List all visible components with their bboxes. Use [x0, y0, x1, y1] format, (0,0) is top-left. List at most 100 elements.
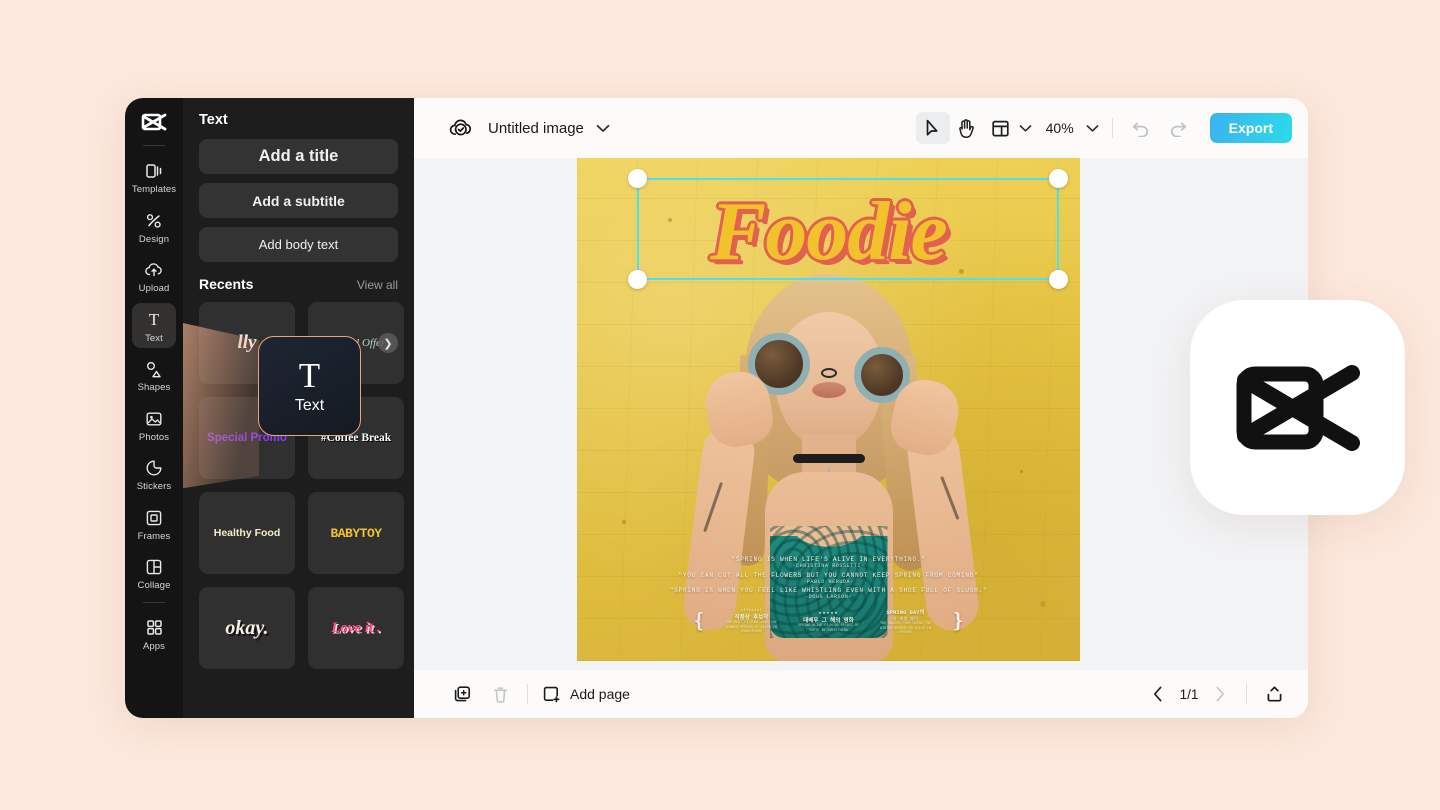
chevron-left-icon[interactable] — [1145, 681, 1171, 707]
resize-handle-top-left[interactable] — [628, 169, 647, 188]
sidebar-item-label: Stickers — [137, 482, 172, 492]
toolbar-divider — [1112, 118, 1113, 138]
sidebar-item-label: Frames — [138, 532, 171, 542]
sidebar-item-label: Apps — [143, 642, 165, 652]
add-subtitle-button[interactable]: Add a subtitle — [199, 183, 398, 218]
sidebar-item-label: Shapes — [138, 383, 171, 393]
export-button[interactable]: Export — [1210, 113, 1292, 143]
award-sub: SPRING ALIVE FILM OF SPIRIT OF YOUTH IN … — [798, 624, 860, 633]
collage-icon — [143, 557, 165, 577]
chevron-right-icon[interactable] — [1207, 681, 1233, 707]
quote-attribution: -DOUG LARSON- — [577, 594, 1080, 600]
chevron-down-icon[interactable] — [596, 124, 610, 133]
canvas-area[interactable]: Foodie "SPRING IS WHEN LIFE'S ALIVE IN E… — [414, 158, 1308, 670]
recent-text-style[interactable]: Healthy Food — [199, 492, 295, 574]
sidebar-item-apps[interactable]: Apps — [132, 611, 176, 657]
recent-text-style[interactable]: Love it . — [308, 587, 404, 669]
templates-icon — [143, 161, 165, 181]
sidebar-item-label: Templates — [132, 185, 176, 195]
selection-box[interactable] — [637, 178, 1059, 280]
upload-cloud-icon — [143, 260, 165, 280]
zoom-level-value[interactable]: 40% — [1046, 120, 1074, 136]
editor-area: Untitled image — [414, 98, 1308, 718]
top-toolbar: Untitled image — [414, 98, 1308, 158]
artboard[interactable]: Foodie "SPRING IS WHEN LIFE'S ALIVE IN E… — [577, 158, 1080, 661]
sidebar-item-label: Collage — [138, 581, 171, 591]
recent-style-label: BABYTOY — [330, 526, 381, 541]
poster-quote-block: "SPRING IS WHEN LIFE'S ALIVE IN EVERYTHI… — [577, 556, 1080, 635]
frames-icon — [143, 508, 165, 528]
sidebar-item-upload[interactable]: Upload — [132, 253, 176, 299]
stickers-icon — [143, 458, 165, 478]
award-item: ★★★★★ 대배우 그 해의 영화 SPRING ALIVE FILM OF S… — [798, 610, 860, 633]
tooltip-label: Text — [295, 397, 324, 415]
rail-divider-bottom — [143, 602, 165, 603]
sidebar-item-stickers[interactable]: Stickers — [132, 451, 176, 497]
layout-chevron-down-icon[interactable] — [1019, 124, 1032, 133]
shapes-icon — [143, 359, 165, 379]
award-item: officiel 작품상 후보작 THE BEST PICTURE LONG T… — [721, 609, 783, 634]
award-sub: THE GARDEN FROM DOING THE WINTER SPRING … — [875, 622, 937, 635]
cloud-saved-icon — [448, 118, 474, 138]
capcut-logo-icon — [1232, 356, 1364, 460]
sidebar-item-text[interactable]: T Text — [132, 303, 176, 349]
recent-style-label: lly — [238, 332, 257, 354]
quote-text: "YOU CAN CUT ALL THE FLOWERS BUT YOU CAN… — [577, 572, 1080, 579]
redo-button[interactable] — [1164, 113, 1194, 143]
recent-text-style[interactable]: okay. — [199, 587, 295, 669]
text-tool-tooltip[interactable]: T Text — [258, 336, 361, 436]
quote-attribution: -PABLO NERUDA- — [577, 579, 1080, 585]
duplicate-page-icon[interactable] — [448, 680, 476, 708]
resize-handle-top-right[interactable] — [1049, 169, 1068, 188]
quote-attribution: -CHRISTINA ROSSETTI- — [577, 563, 1080, 569]
laurel-wreath-right-icon: ❵ — [952, 611, 965, 633]
bottom-toolbar: Add page 1/1 — [414, 670, 1308, 718]
chevron-right-icon[interactable]: ❯ — [378, 333, 398, 353]
bottombar-divider-right — [1246, 684, 1247, 704]
sidebar-item-label: Text — [145, 334, 163, 344]
upload-tray-icon[interactable] — [1260, 680, 1288, 708]
panel-title: Text — [199, 98, 398, 139]
resize-handle-bottom-left[interactable] — [628, 270, 647, 289]
add-body-text-button[interactable]: Add body text — [199, 227, 398, 262]
text-t-icon: T — [299, 358, 320, 393]
design-icon — [143, 211, 165, 231]
rail-divider-top — [143, 145, 165, 146]
trash-icon[interactable] — [486, 680, 514, 708]
text-panel: Text Add a title Add a subtitle Add body… — [183, 98, 414, 718]
page-navigation: 1/1 — [1145, 681, 1233, 707]
select-tool-button[interactable] — [916, 112, 950, 144]
zoom-chevron-down-icon[interactable] — [1086, 124, 1099, 133]
add-page-icon — [541, 680, 561, 708]
resize-handle-bottom-right[interactable] — [1049, 270, 1068, 289]
sidebar-item-photos[interactable]: Photos — [132, 402, 176, 448]
sidebar-item-label: Photos — [139, 433, 169, 443]
award-item: SPRING DAY의 의 계절 봄이 THE GARDEN FROM DOIN… — [875, 608, 937, 635]
undo-button[interactable] — [1126, 113, 1156, 143]
sidebar-item-templates[interactable]: Templates — [132, 154, 176, 200]
hand-tool-button[interactable] — [950, 112, 984, 144]
app-window: Templates Design Upload — [125, 98, 1308, 718]
add-title-button[interactable]: Add a title — [199, 139, 398, 174]
sidebar-item-shapes[interactable]: Shapes — [132, 352, 176, 398]
text-t-icon: T — [143, 310, 165, 330]
capcut-logo-icon — [139, 107, 169, 137]
award-sub: THE BEST PICTURE LONG THE WINNER SPRING … — [721, 621, 783, 634]
add-page-button[interactable]: Add page — [541, 680, 630, 708]
recent-style-label: okay. — [225, 617, 268, 640]
layout-tool-button[interactable] — [984, 112, 1018, 144]
recent-style-label: Love it . — [331, 620, 381, 637]
document-title[interactable]: Untitled image — [488, 120, 584, 137]
view-all-link[interactable]: View all — [357, 278, 398, 292]
award-title: SPRING DAY의 — [875, 608, 937, 616]
sidebar-item-frames[interactable]: Frames — [132, 501, 176, 547]
recent-text-style[interactable]: BABYTOY — [308, 492, 404, 574]
sidebar-item-label: Upload — [139, 284, 170, 294]
poster-awards-row: ❴ officiel 작품상 후보작 THE BEST PICTURE LONG… — [577, 608, 1080, 635]
capcut-app-badge — [1190, 300, 1405, 515]
sidebar-item-design[interactable]: Design — [132, 204, 176, 250]
sidebar-item-collage[interactable]: Collage — [132, 550, 176, 596]
sidebar-item-label: Design — [139, 235, 169, 245]
page-counter: 1/1 — [1175, 687, 1203, 702]
sidebar-icon-rail: Templates Design Upload — [125, 98, 183, 718]
